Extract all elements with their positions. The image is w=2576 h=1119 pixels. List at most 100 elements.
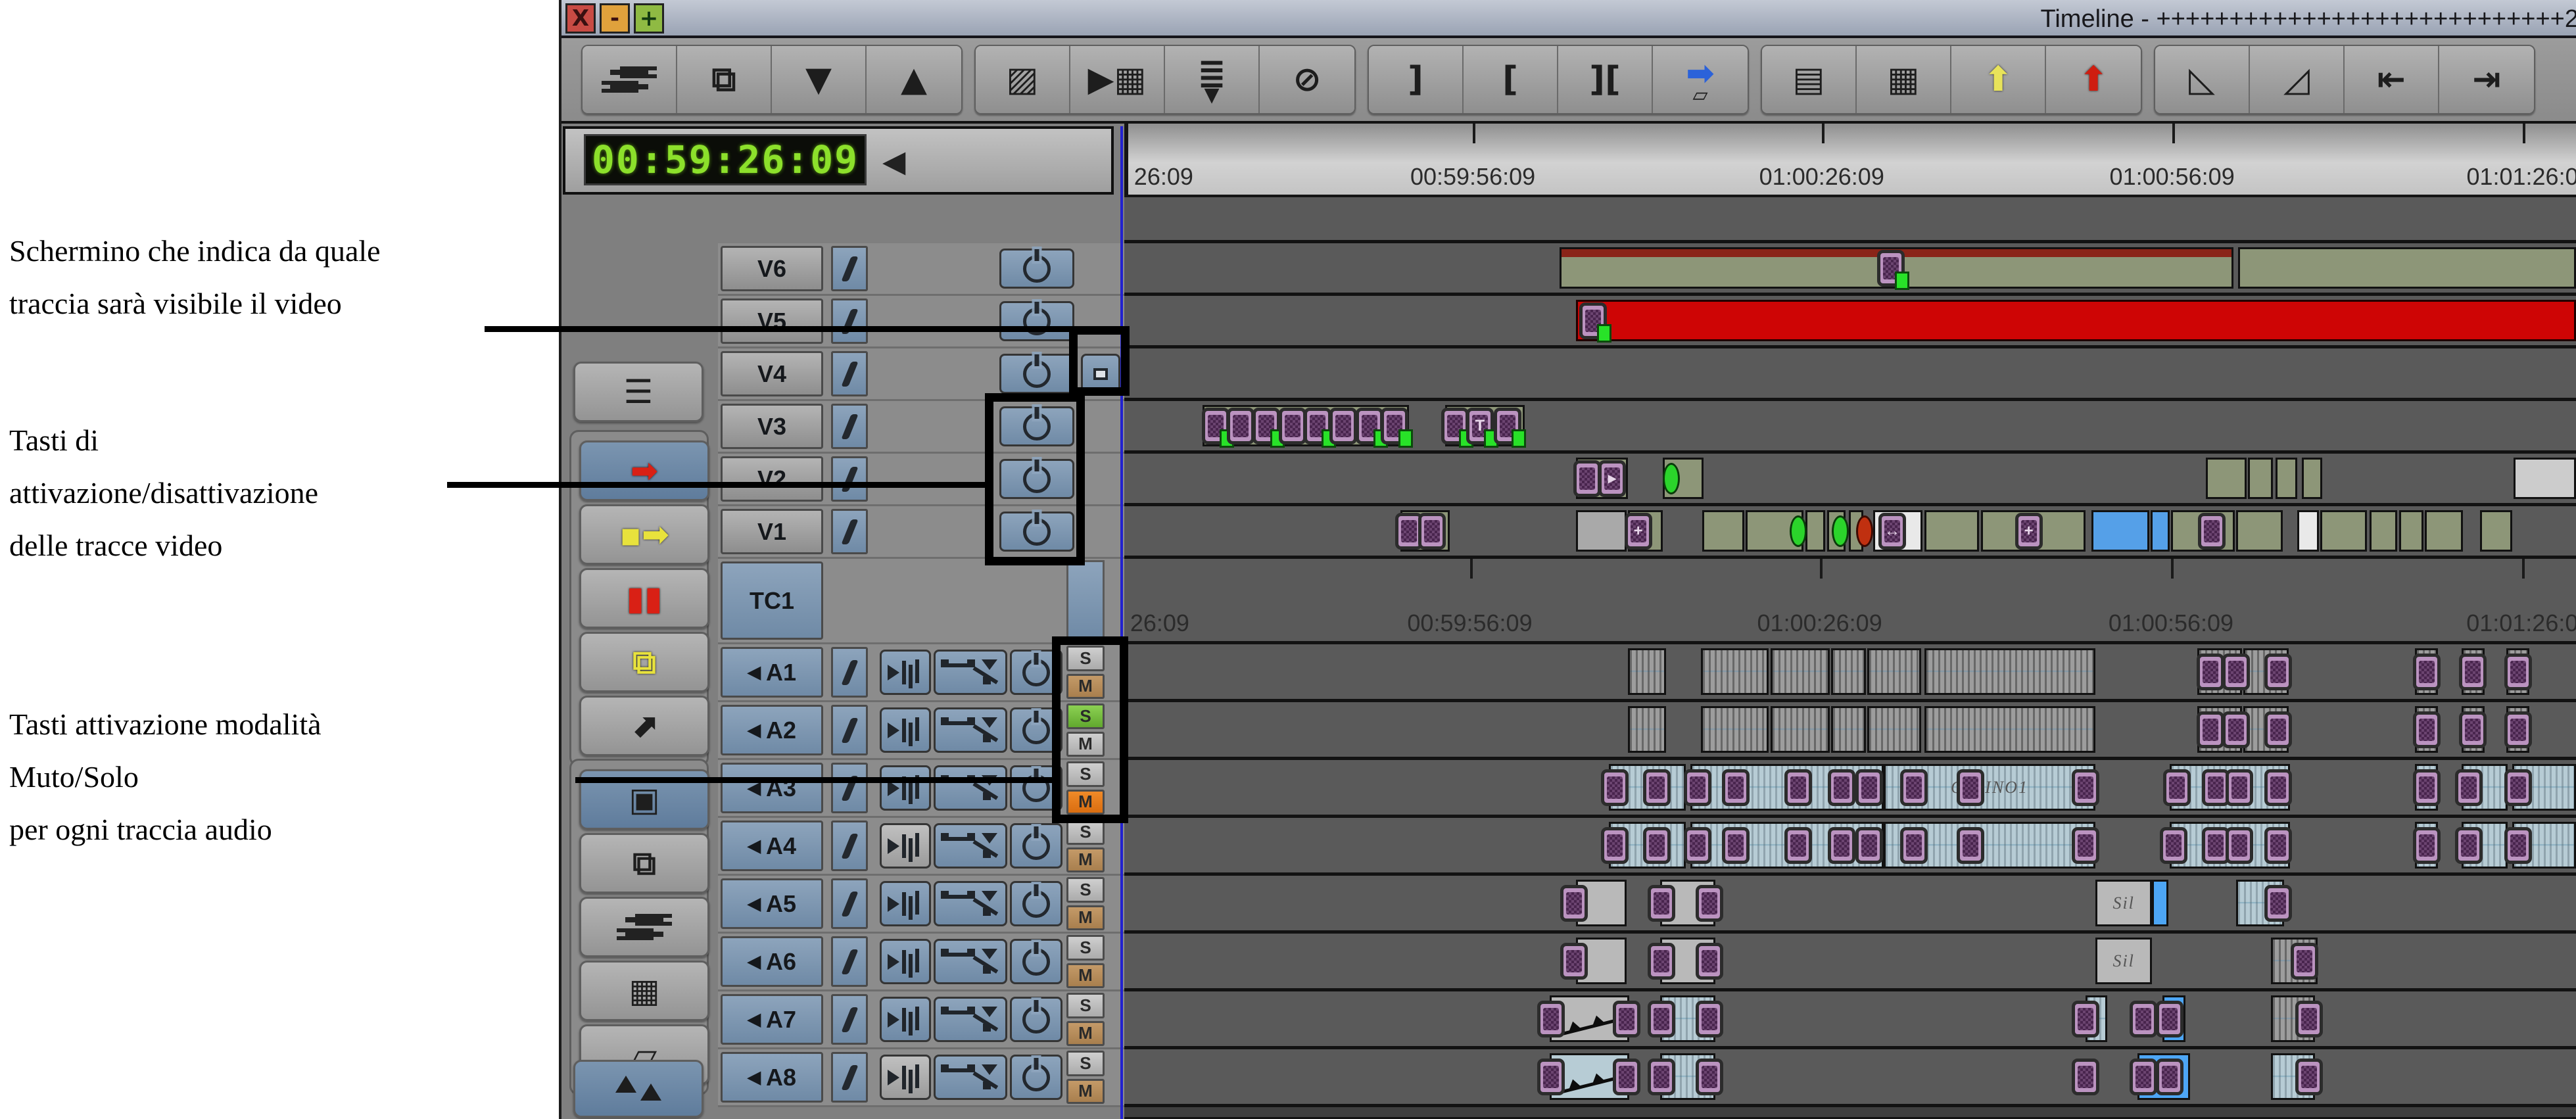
clip[interactable] [2514,458,2576,499]
track-label-V5[interactable]: V5 [721,298,823,344]
duplicate-button[interactable]: ⧉ [677,46,772,113]
effect-icon[interactable] [2198,513,2226,550]
effect-icon[interactable] [1601,827,1629,864]
effect-icon[interactable] [2222,654,2250,690]
effect-icon[interactable] [1877,250,1905,287]
waveform-button-A7[interactable] [880,997,931,1042]
effect-icon[interactable] [1957,769,1984,806]
effect-icon[interactable] [2072,827,2099,864]
waveform-button-A6[interactable] [880,939,931,984]
filmstrip-button[interactable]: ▦ [1857,46,1951,113]
effect-icon[interactable] [2413,711,2441,748]
filmstrip-view-button[interactable]: ▦ [579,961,709,1021]
clip[interactable] [2320,510,2367,552]
effect-icon[interactable] [1537,1001,1565,1037]
track-enable-button-V6[interactable] [999,249,1074,289]
track-content-V1[interactable]: +↔+ [1124,506,2576,559]
track-label-V4[interactable]: V4 [721,351,823,396]
title-bar[interactable]: X - + Timeline - +++++++++++++++++++++++… [561,0,2576,38]
clip[interactable] [2238,247,2576,289]
effect-icon[interactable] [1613,1001,1640,1037]
track-label-V2[interactable]: V2 [721,456,823,502]
effect-icon[interactable] [2197,711,2224,748]
track-content-spacer[interactable] [1124,197,2576,243]
effect-icon[interactable] [1648,943,1675,980]
track-label-A2[interactable]: ◀A2 [721,705,823,755]
segment-lift-overwrite-button[interactable]: ➡ [579,440,709,501]
effect-icon[interactable] [1418,513,1446,550]
effect-icon[interactable] [2504,654,2532,690]
go-to-previous-edit-button[interactable]: ⇤ [2345,46,2439,113]
effect-icon[interactable] [2264,654,2292,690]
track-enable-button-A8[interactable] [1010,1055,1062,1100]
track-enable-button-A7[interactable] [1010,997,1062,1042]
clip[interactable] [2276,458,2297,499]
effect-icon[interactable] [1560,943,1588,980]
track-content-V2[interactable]: ▸ [1124,454,2576,506]
effect-icon[interactable] [2413,769,2441,806]
track-content-A3[interactable]: CASINO1 [1124,760,2576,818]
effect-icon[interactable] [2504,827,2532,864]
record-track-column[interactable] [831,821,868,871]
track-content-A8[interactable] [1124,1049,2576,1107]
effect-icon[interactable] [1573,460,1601,497]
trim-a-side-button[interactable]: ◺ [2155,46,2250,113]
solo-button-A7[interactable]: S [1066,993,1105,1018]
clip[interactable] [1924,706,2096,753]
effect-icon[interactable] [1613,1059,1640,1095]
waveform-button-A8[interactable] [880,1055,931,1100]
waveform-button-A4[interactable] [880,823,931,869]
effect-icon[interactable] [2413,654,2441,690]
effect-icon[interactable] [1494,408,1521,444]
effect-icon[interactable] [2130,1001,2157,1037]
effect-icon[interactable] [1579,302,1607,339]
track-enable-button-V5[interactable] [999,301,1074,341]
record-track-column[interactable] [831,878,868,929]
clip[interactable]: Sil [2095,880,2152,926]
effect-icon[interactable] [1304,408,1331,444]
track-content-V4[interactable] [1124,348,2576,401]
lift-button[interactable]: ⬆ [1951,46,2046,113]
track-label-TC1[interactable]: TC1 [721,561,823,640]
track-enable-button-V4[interactable] [999,354,1074,394]
clip[interactable] [1805,510,1826,552]
track-label-V3[interactable]: V3 [721,404,823,449]
effect-icon[interactable] [1560,885,1588,922]
effect-icon[interactable] [1828,769,1855,806]
clip[interactable] [1576,510,1627,552]
timecode-arrow-icon[interactable]: ◀ [882,143,905,179]
clip[interactable] [1702,510,1744,552]
effect-icon[interactable] [2226,769,2253,806]
clip[interactable] [2248,458,2273,499]
effect-icon[interactable] [2504,769,2532,806]
effect-icon[interactable] [1537,1059,1565,1095]
effect-icon[interactable] [1381,408,1408,444]
effect-icon[interactable] [1696,885,1723,922]
auto-gain-button-A6[interactable] [934,939,1007,984]
mute-button-A6[interactable]: M [1066,963,1105,989]
effect-icon[interactable] [1784,827,1812,864]
clip[interactable] [2206,458,2247,499]
track-label-A1[interactable]: ◀A1 [721,647,823,698]
green-marker-icon[interactable] [1663,463,1680,494]
clip[interactable] [2297,510,2319,552]
green-marker-icon[interactable] [1832,515,1849,547]
record-track-column[interactable] [831,936,868,987]
record-track-column[interactable] [831,456,868,502]
clip[interactable] [2151,510,2170,552]
effect-icon[interactable] [2072,1059,2099,1095]
mute-button-A8[interactable]: M [1066,1079,1105,1105]
track-label-A6[interactable]: ◀A6 [721,936,823,987]
clip[interactable] [1701,648,1769,695]
effect-icon[interactable] [2455,827,2483,864]
clip[interactable] [2370,510,2397,552]
effect-icon[interactable] [1648,1001,1675,1037]
extract-button[interactable]: ➡▱ [1653,46,1748,113]
effect-icon[interactable] [1648,1059,1675,1095]
effect-icon[interactable] [1957,827,1984,864]
extract-red-button[interactable]: ⬆ [2046,46,2141,113]
track-content-TC1[interactable]: 26:0900:59:56:0901:00:26:0901:00:56:0901… [1124,559,2576,644]
mark-clip-button[interactable]: ][ [1558,46,1653,113]
effect-icon[interactable] [1643,769,1671,806]
effect-icon[interactable] [2160,827,2187,864]
